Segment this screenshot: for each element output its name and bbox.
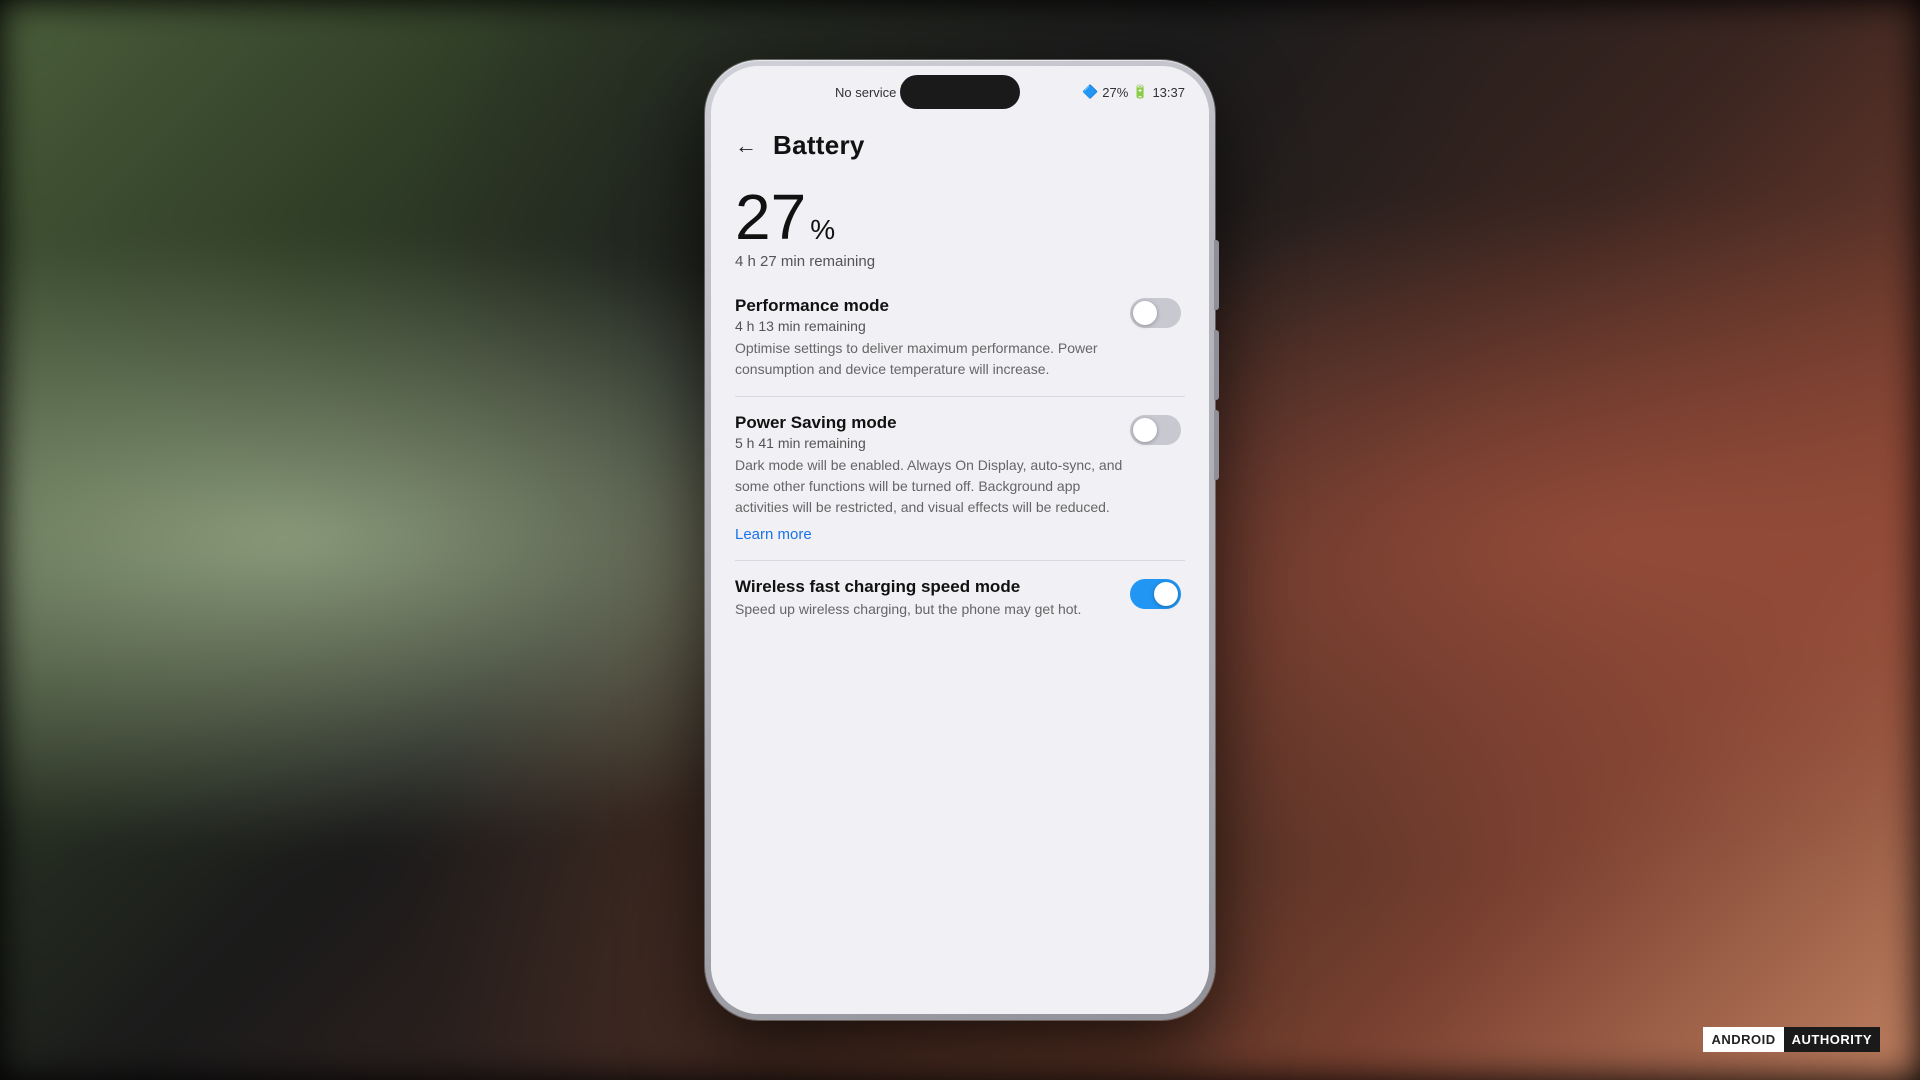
wireless-charging-section: Wireless fast charging speed mode Speed … bbox=[735, 567, 1185, 630]
performance-mode-desc: Optimise settings to deliver maximum per… bbox=[735, 338, 1185, 380]
wireless-charging-toggle-container[interactable] bbox=[1130, 579, 1181, 609]
battery-symbol: % bbox=[810, 214, 835, 246]
power-saving-subtitle: 5 h 41 min remaining bbox=[735, 435, 1185, 451]
power-saving-toggle-container[interactable] bbox=[1130, 415, 1181, 445]
learn-more-link[interactable]: Learn more bbox=[735, 526, 812, 543]
battery-icon-status: 🔋 bbox=[1132, 84, 1148, 100]
wireless-charging-title: Wireless fast charging speed mode bbox=[735, 577, 1185, 597]
page-header: ← Battery bbox=[735, 118, 1185, 177]
performance-mode-toggle-container[interactable] bbox=[1130, 298, 1181, 328]
divider-1 bbox=[735, 396, 1185, 397]
power-saving-toggle[interactable] bbox=[1130, 415, 1181, 445]
wireless-charging-toggle-knob bbox=[1154, 582, 1178, 606]
watermark-android: ANDROID bbox=[1703, 1027, 1783, 1052]
service-status: No service bbox=[835, 85, 896, 100]
bluetooth-icon: 🔷 bbox=[1082, 84, 1098, 100]
performance-mode-toggle[interactable] bbox=[1130, 298, 1181, 328]
wireless-charging-toggle[interactable] bbox=[1130, 579, 1181, 609]
performance-mode-section: Performance mode 4 h 13 min remaining Op… bbox=[735, 286, 1185, 390]
camera-pill bbox=[900, 75, 1020, 109]
power-saving-desc: Dark mode will be enabled. Always On Dis… bbox=[735, 455, 1185, 518]
battery-percent-display: 27 % bbox=[735, 177, 1185, 253]
screen-content: ← Battery 27 % 4 h 27 min remaining Perf… bbox=[711, 118, 1209, 1014]
watermark-authority: AUTHORITY bbox=[1784, 1027, 1880, 1052]
performance-mode-toggle-knob bbox=[1133, 301, 1157, 325]
phone-frame: No service 📶 📡 ⚙ 🔒 🔷 27% 🔋 13:37 ← bbox=[705, 60, 1215, 1020]
performance-mode-title: Performance mode bbox=[735, 296, 1185, 316]
power-saving-toggle-knob bbox=[1133, 418, 1157, 442]
battery-number: 27 bbox=[735, 185, 806, 249]
phone-screen: No service 📶 📡 ⚙ 🔒 🔷 27% 🔋 13:37 ← bbox=[711, 66, 1209, 1014]
wireless-charging-desc: Speed up wireless charging, but the phon… bbox=[735, 599, 1185, 620]
phone-device: No service 📶 📡 ⚙ 🔒 🔷 27% 🔋 13:37 ← bbox=[705, 60, 1215, 1020]
divider-2 bbox=[735, 560, 1185, 561]
time-display: 13:37 bbox=[1152, 85, 1185, 100]
battery-percent-status: 27% bbox=[1102, 85, 1128, 100]
watermark: ANDROID AUTHORITY bbox=[1703, 1027, 1880, 1052]
battery-remaining: 4 h 27 min remaining bbox=[735, 253, 1185, 286]
back-button[interactable]: ← bbox=[735, 133, 757, 159]
power-saving-title: Power Saving mode bbox=[735, 413, 1185, 433]
status-bar: No service 📶 📡 ⚙ 🔒 🔷 27% 🔋 13:37 bbox=[711, 66, 1209, 118]
page-title: Battery bbox=[773, 130, 865, 161]
power-saving-mode-section: Power Saving mode 5 h 41 min remaining D… bbox=[735, 403, 1185, 554]
performance-mode-subtitle: 4 h 13 min remaining bbox=[735, 318, 1185, 334]
status-right: 🔷 27% 🔋 13:37 bbox=[1082, 84, 1185, 100]
